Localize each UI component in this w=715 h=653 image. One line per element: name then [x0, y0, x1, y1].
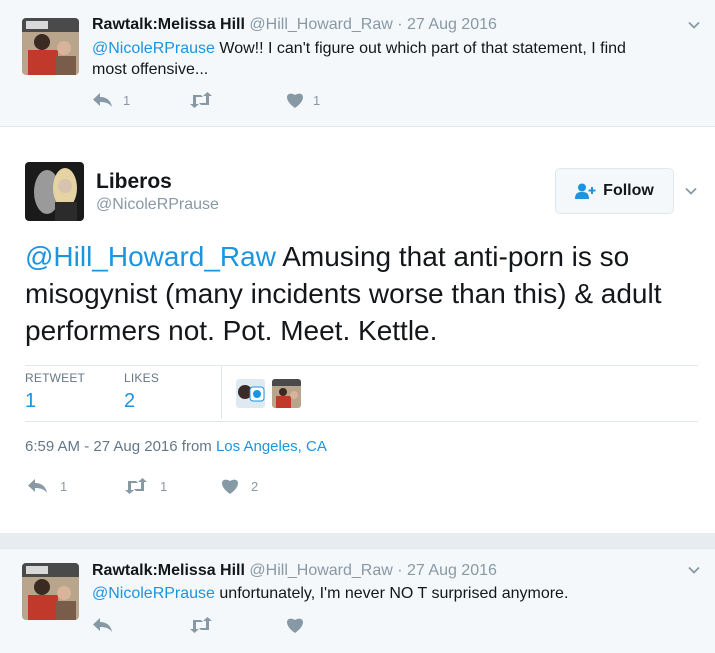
- heart-icon: [287, 93, 303, 108]
- follow-button[interactable]: Follow: [555, 168, 674, 214]
- like-button[interactable]: [286, 617, 304, 633]
- main-tweet-text: @Hill_Howard_Raw Amusing that anti-porn …: [25, 238, 705, 349]
- location-link[interactable]: Los Angeles, CA: [216, 438, 327, 455]
- reply-author-handle[interactable]: @Hill_Howard_Raw: [249, 16, 392, 33]
- reply-tweet-bottom[interactable]: Rawtalk:Melissa Hill @Hill_Howard_Raw · …: [0, 548, 715, 653]
- main-author-name[interactable]: Liberos: [96, 170, 172, 194]
- thread-gap: [0, 533, 715, 548]
- retweet-button[interactable]: 1: [124, 478, 221, 494]
- reply-actions: [92, 617, 304, 633]
- reply-text-body: unfortunately, I'm never NO T surprised …: [214, 585, 569, 602]
- retweet-icon: [190, 617, 212, 633]
- likes-label: LIKES: [124, 371, 160, 385]
- liker-avatar[interactable]: [272, 379, 301, 408]
- tweet-timestamp: 6:59 AM - 27 Aug 2016 from Los Angeles, …: [25, 438, 327, 455]
- reply-button[interactable]: 1: [92, 92, 189, 108]
- heart-icon: [287, 618, 303, 633]
- reply-mention-link[interactable]: @NicoleRPrause: [92, 585, 215, 602]
- main-avatar[interactable]: [25, 162, 84, 221]
- reply-icon: [93, 93, 112, 107]
- stats-separator: [221, 366, 222, 419]
- follow-label: Follow: [603, 182, 654, 199]
- timestamp-text: 6:59 AM - 27 Aug 2016 from: [25, 438, 216, 455]
- chevron-down-icon[interactable]: [687, 563, 701, 577]
- main-author-handle[interactable]: @NicoleRPrause: [96, 196, 219, 214]
- reply-date[interactable]: 27 Aug 2016: [407, 562, 497, 579]
- retweet-icon: [190, 92, 212, 108]
- reply-count: 1: [123, 92, 131, 108]
- reply-text: @NicoleRPrause unfortunately, I'm never …: [92, 583, 682, 604]
- reply-mention-link[interactable]: @NicoleRPrause: [92, 40, 215, 57]
- like-count: 1: [313, 92, 321, 108]
- retweet-button[interactable]: [189, 617, 286, 633]
- heart-icon: [222, 479, 238, 494]
- reply-count: 1: [60, 478, 68, 494]
- main-mention-link[interactable]: @Hill_Howard_Raw: [25, 241, 276, 272]
- reply-header: Rawtalk:Melissa Hill @Hill_Howard_Raw · …: [92, 16, 497, 33]
- retweet-button[interactable]: [189, 92, 286, 108]
- reply-text-line1: Wow!! I can't figure out which part of t…: [214, 40, 626, 57]
- reply-button[interactable]: [92, 617, 189, 633]
- likes-stat[interactable]: LIKES 2: [124, 371, 159, 413]
- main-tweet-actions: 1 1 2: [27, 478, 258, 494]
- reply-icon: [93, 618, 112, 632]
- divider: [25, 421, 698, 422]
- reply-text-line2: most offensive...: [92, 61, 209, 78]
- divider: [25, 365, 698, 366]
- reply-text: @NicoleRPrause Wow!! I can't figure out …: [92, 38, 682, 80]
- like-button[interactable]: 2: [221, 478, 258, 494]
- like-count: 2: [251, 478, 259, 494]
- retweet-icon: [125, 478, 147, 494]
- reply-author-handle[interactable]: @Hill_Howard_Raw: [249, 562, 392, 579]
- follow-user-icon: [575, 183, 596, 199]
- retweet-count: 1: [160, 478, 168, 494]
- retweets-label: RETWEET: [25, 371, 86, 385]
- liker-avatar[interactable]: [236, 379, 265, 408]
- reply-author-name[interactable]: Rawtalk:Melissa Hill: [92, 562, 245, 579]
- retweets-value: 1: [25, 390, 37, 412]
- reply-tweet-top[interactable]: Rawtalk:Melissa Hill @Hill_Howard_Raw · …: [0, 0, 715, 127]
- likes-value: 2: [124, 390, 136, 412]
- reply-header: Rawtalk:Melissa Hill @Hill_Howard_Raw · …: [92, 562, 497, 579]
- reply-button[interactable]: 1: [27, 478, 124, 494]
- reply-icon: [28, 479, 47, 493]
- chevron-down-icon[interactable]: [687, 18, 701, 32]
- like-button[interactable]: 1: [286, 92, 320, 108]
- reply-actions: 1 1: [92, 92, 320, 108]
- chevron-down-icon[interactable]: [684, 184, 698, 198]
- reply-author-name[interactable]: Rawtalk:Melissa Hill: [92, 16, 245, 33]
- avatar[interactable]: [22, 18, 79, 75]
- avatar[interactable]: [22, 563, 79, 620]
- retweets-stat[interactable]: RETWEET 1: [25, 371, 85, 413]
- reply-date[interactable]: 27 Aug 2016: [407, 16, 497, 33]
